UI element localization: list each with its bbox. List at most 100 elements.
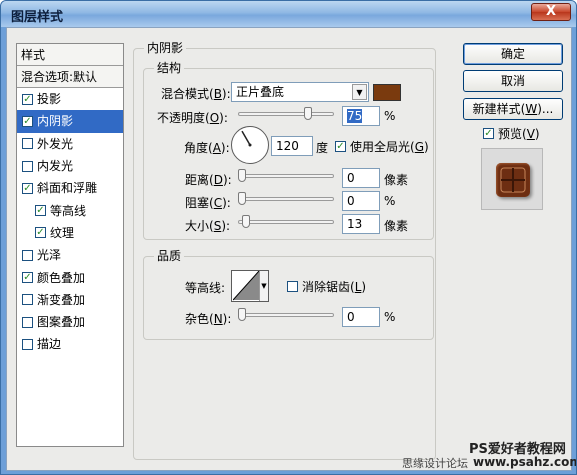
style-item-label: 等高线 <box>50 203 87 218</box>
choke-input[interactable]: 0 <box>342 191 380 211</box>
blend-mode-select[interactable]: 正片叠底 ▼ <box>231 82 369 102</box>
ok-button[interactable]: 确定 <box>463 43 563 65</box>
noise-unit: % <box>384 310 396 324</box>
global-light-label: 使用全局光(G) <box>350 140 429 154</box>
style-item[interactable]: 等高线 <box>17 199 123 221</box>
choke-unit: % <box>384 194 396 208</box>
style-item-label: 外发光 <box>37 136 74 151</box>
inner-shadow-title: 内阴影 <box>144 39 187 56</box>
style-item-checkbox[interactable] <box>22 182 33 194</box>
choke-label: 阻塞(C): <box>185 196 231 210</box>
opacity-label: 不透明度(O): <box>157 111 228 125</box>
noise-slider-thumb[interactable] <box>238 308 246 321</box>
style-item[interactable]: 描边 <box>17 333 123 355</box>
size-slider-thumb[interactable] <box>242 215 251 228</box>
global-light-checkbox[interactable] <box>335 141 346 152</box>
style-item-label: 图案叠加 <box>37 315 86 330</box>
style-item-checkbox[interactable] <box>22 138 33 150</box>
anti-alias-checkbox[interactable] <box>287 281 298 292</box>
style-item-checkbox[interactable] <box>22 115 33 127</box>
style-item[interactable]: 光泽 <box>17 244 123 266</box>
opacity-unit: % <box>384 109 396 123</box>
chevron-down-icon: ▼ <box>352 84 367 100</box>
title-bar[interactable]: 图层样式 X <box>1 1 576 27</box>
size-input[interactable]: 13 <box>342 214 380 234</box>
angle-unit: 度 <box>316 141 329 155</box>
style-item-checkbox[interactable] <box>22 294 33 306</box>
distance-slider[interactable] <box>238 174 334 178</box>
style-item-label: 内阴影 <box>37 114 74 129</box>
style-preview <box>481 148 543 210</box>
styles-list: 样式 混合选项:默认 投影内阴影外发光内发光斜面和浮雕等高线纹理光泽颜色叠加渐变… <box>16 43 124 447</box>
chevron-down-icon: ▼ <box>259 271 268 301</box>
style-item-label: 渐变叠加 <box>37 292 86 307</box>
style-item[interactable]: 图案叠加 <box>17 311 123 333</box>
opacity-input[interactable]: 75 <box>342 106 380 126</box>
blend-mode-label: 混合模式(B): <box>161 87 231 101</box>
style-item[interactable]: 渐变叠加 <box>17 289 123 311</box>
style-item-label: 内发光 <box>37 159 74 174</box>
quality-group <box>143 256 434 340</box>
style-item-label: 光泽 <box>37 248 62 263</box>
opacity-slider[interactable] <box>238 112 334 116</box>
style-item[interactable]: 内阴影 <box>17 110 123 133</box>
preview-label: 预览(V) <box>498 127 540 141</box>
close-button[interactable]: X <box>531 3 571 21</box>
watermark-forum: 思缘设计论坛 <box>402 457 468 470</box>
global-light-option[interactable]: 使用全局光(G) <box>335 138 429 155</box>
style-item-label: 描边 <box>37 337 62 352</box>
angle-dial-icon <box>241 130 252 147</box>
contour-label: 等高线: <box>185 281 226 295</box>
angle-input[interactable]: 120 <box>271 136 313 156</box>
style-item[interactable]: 投影 <box>17 88 123 110</box>
style-item[interactable]: 颜色叠加 <box>17 266 123 288</box>
choke-slider-thumb[interactable] <box>238 192 246 205</box>
style-item-checkbox[interactable] <box>35 227 46 239</box>
style-item[interactable]: 纹理 <box>17 222 123 244</box>
preview-tile-icon <box>500 167 526 193</box>
opacity-slider-thumb[interactable] <box>304 107 312 120</box>
preview-checkbox[interactable] <box>483 128 494 139</box>
distance-slider-thumb[interactable] <box>238 169 246 182</box>
noise-input[interactable]: 0 <box>342 307 380 327</box>
quality-title: 品质 <box>154 247 185 264</box>
anti-alias-label: 消除锯齿(L) <box>302 280 367 294</box>
angle-dial[interactable] <box>231 126 269 164</box>
style-item-checkbox[interactable] <box>22 249 33 261</box>
style-item-checkbox[interactable] <box>35 205 46 217</box>
distance-unit: 像素 <box>384 173 409 187</box>
noise-label: 杂色(N): <box>185 312 232 326</box>
size-slider[interactable] <box>238 220 334 224</box>
style-item-checkbox[interactable] <box>22 316 33 328</box>
dialog-body: 样式 混合选项:默认 投影内阴影外发光内发光斜面和浮雕等高线纹理光泽颜色叠加渐变… <box>6 27 576 471</box>
style-item[interactable]: 外发光 <box>17 133 123 155</box>
style-item-checkbox[interactable] <box>22 272 33 284</box>
angle-label: 角度(A): <box>184 141 230 155</box>
style-item-checkbox[interactable] <box>22 93 33 105</box>
shadow-color-swatch[interactable] <box>373 84 401 101</box>
style-item[interactable]: 斜面和浮雕 <box>17 177 123 199</box>
watermark-url: www.psahz.com <box>473 455 577 469</box>
size-label: 大小(S): <box>185 219 231 233</box>
layer-style-dialog: 图层样式 X 样式 混合选项:默认 投影内阴影外发光内发光斜面和浮雕等高线纹理光… <box>0 0 577 475</box>
choke-slider[interactable] <box>238 197 334 201</box>
style-item-checkbox[interactable] <box>22 338 33 350</box>
new-style-button[interactable]: 新建样式(W)... <box>463 98 563 120</box>
style-item[interactable]: 内发光 <box>17 155 123 177</box>
preview-tile-image <box>496 163 530 197</box>
distance-input[interactable]: 0 <box>342 168 380 188</box>
distance-label: 距离(D): <box>185 173 232 187</box>
style-item-label: 颜色叠加 <box>37 270 86 285</box>
style-item-label: 投影 <box>37 92 62 107</box>
anti-alias-option[interactable]: 消除锯齿(L) <box>287 278 366 295</box>
noise-slider[interactable] <box>238 313 334 317</box>
size-unit: 像素 <box>384 219 409 233</box>
cancel-button[interactable]: 取消 <box>463 70 563 92</box>
contour-picker[interactable]: ▼ <box>231 270 269 302</box>
styles-header[interactable]: 样式 <box>17 44 123 66</box>
preview-option[interactable]: 预览(V) <box>483 125 540 142</box>
blending-options-item[interactable]: 混合选项:默认 <box>17 66 123 88</box>
style-item-label: 斜面和浮雕 <box>37 181 98 196</box>
style-item-checkbox[interactable] <box>22 160 33 172</box>
structure-title: 结构 <box>154 59 185 76</box>
